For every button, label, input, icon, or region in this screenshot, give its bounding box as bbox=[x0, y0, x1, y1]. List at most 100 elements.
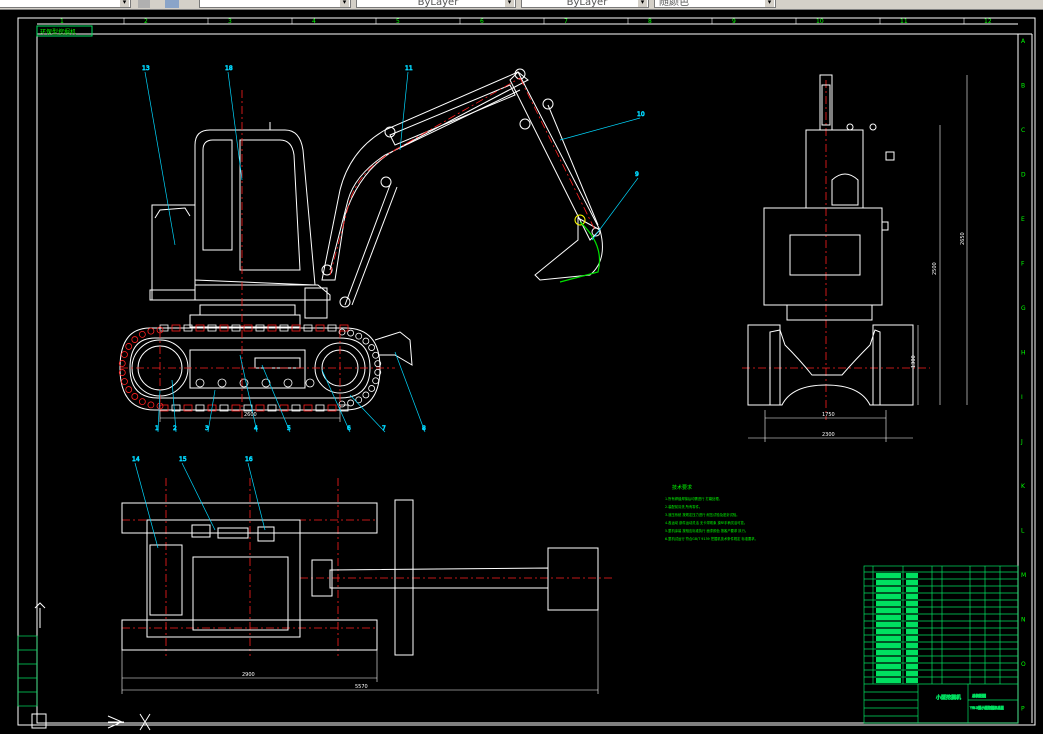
grid-col-label: 6 bbox=[480, 18, 484, 25]
track-link-sprocket bbox=[372, 377, 380, 385]
track-link-idler bbox=[138, 398, 146, 406]
track-link-sprocket bbox=[372, 351, 380, 359]
callout-number: 15 bbox=[179, 456, 187, 463]
track-roller bbox=[283, 378, 293, 388]
callout-number: 7 bbox=[382, 425, 386, 432]
parts-list-cell bbox=[876, 643, 901, 648]
grid-row-label: A bbox=[1021, 38, 1026, 45]
grid-col-label: 1 bbox=[60, 18, 64, 25]
grid-row-label: B bbox=[1021, 83, 1025, 90]
parts-list-cell bbox=[906, 636, 918, 641]
callout-number: 14 bbox=[132, 456, 140, 463]
callout-leader bbox=[239, 354, 258, 433]
parts-list-cell bbox=[906, 629, 918, 634]
note-line: 6.整机试运行 符合GB/T 9139 挖掘机技术条件规定 标准要求。 bbox=[665, 536, 758, 541]
dimension-lines bbox=[121, 75, 968, 694]
designer-label: YW-3型小型挖掘机总图 bbox=[970, 705, 1004, 710]
grid-row-label: G bbox=[1021, 305, 1026, 312]
callout-leader bbox=[144, 71, 176, 246]
track-roller bbox=[305, 378, 315, 388]
grid-row-label: P bbox=[1021, 706, 1025, 713]
track-roller bbox=[261, 378, 271, 388]
parts-list-cell bbox=[906, 601, 918, 606]
parts-list-cell bbox=[906, 573, 918, 578]
grid-col-label: 4 bbox=[312, 18, 316, 25]
callout-leader bbox=[227, 71, 243, 181]
parts-list-cell bbox=[876, 636, 901, 641]
callout-number: 3 bbox=[205, 425, 209, 432]
note-line: 2.装配前清洗 所有零件。 bbox=[665, 504, 702, 509]
grid-row-label: M bbox=[1021, 572, 1026, 579]
grid-col-label: 5 bbox=[396, 18, 400, 25]
grid-row-label: F bbox=[1021, 261, 1025, 268]
track-link-idler bbox=[147, 401, 155, 409]
track-link-idler bbox=[121, 351, 128, 358]
grid-col-label: 12 bbox=[984, 18, 992, 25]
parts-list-cell bbox=[876, 615, 901, 620]
grid-labels-right: A B C D E F G H I J K L M N O P bbox=[1020, 38, 1026, 713]
callout-leader bbox=[591, 177, 639, 241]
grid-row-label: H bbox=[1021, 350, 1026, 357]
track-link-sprocket bbox=[362, 391, 370, 399]
dimension-texts: 2600 1750 2300 2500 2650 1300 2900 5570 bbox=[242, 232, 966, 690]
grid-row-label: I bbox=[1021, 394, 1023, 401]
parts-list-cell bbox=[876, 573, 901, 578]
dim-value: 2600 bbox=[244, 412, 257, 418]
parts-list-cell bbox=[876, 608, 901, 613]
parts-list-cell bbox=[876, 678, 901, 683]
track-link-sprocket bbox=[347, 399, 355, 407]
drawing-canvas[interactable]: 1 2 3 4 5 6 7 8 9 10 11 12 ABCDEFGHIJKLMNOP 环保型挖掘机 bbox=[0, 0, 1043, 734]
callout-number: 18 bbox=[225, 65, 233, 72]
callout-number: 13 bbox=[142, 65, 150, 72]
drawing-name: 小型挖掘机 bbox=[936, 694, 961, 701]
grid-row-label: K bbox=[1021, 483, 1026, 490]
bucket-profile bbox=[559, 221, 601, 283]
dim-value: 2900 bbox=[242, 672, 255, 678]
parts-list-cell bbox=[876, 657, 901, 662]
parts-list-cell bbox=[876, 650, 901, 655]
parts-list-cell bbox=[876, 622, 901, 627]
note-line: 5.整机涂装 按相应标准执行 面漆颜色 按客户要求 执行。 bbox=[665, 528, 748, 533]
notes-title: 技术要求 bbox=[672, 484, 692, 491]
centerlines bbox=[120, 77, 930, 656]
callout-leaders: 13 18 11 10 9 1 2 3 4 5 6 7 8 14 15 16 bbox=[132, 65, 645, 549]
track-link-idler bbox=[131, 336, 139, 343]
parts-list-cell bbox=[906, 594, 918, 599]
callout-number: 11 bbox=[405, 65, 413, 72]
track-link-idler bbox=[138, 330, 146, 338]
note-line: 3.液压系统 按规定压力进行 耐压试验及密封试验。 bbox=[665, 512, 739, 517]
dim-value: 5570 bbox=[355, 684, 368, 690]
callout-leader bbox=[559, 117, 641, 141]
parts-list-cell bbox=[906, 678, 918, 683]
track-link-sprocket bbox=[355, 332, 363, 340]
parts-list-cell bbox=[906, 587, 918, 592]
callout-number: 2 bbox=[173, 425, 177, 432]
track-link-idler bbox=[131, 393, 139, 400]
parts-list-cell bbox=[906, 650, 918, 655]
callout-number: 5 bbox=[287, 425, 291, 432]
parts-list-cell bbox=[906, 580, 918, 585]
revision-strip bbox=[17, 635, 38, 707]
scale-label: 总装配图 bbox=[972, 693, 986, 698]
parts-list-cell bbox=[906, 615, 918, 620]
callout-leader bbox=[399, 71, 409, 151]
grid-row-label: L bbox=[1021, 528, 1025, 535]
grid-row-label: E bbox=[1021, 216, 1025, 223]
track-link-idler bbox=[121, 378, 128, 385]
grid-col-label: 2 bbox=[144, 18, 148, 25]
parts-list-cell bbox=[906, 671, 918, 676]
top-view bbox=[121, 499, 599, 656]
callout-number: 10 bbox=[637, 111, 645, 118]
parts-list-cell bbox=[906, 657, 918, 662]
grid-col-label: 3 bbox=[228, 18, 232, 25]
note-line: 4.各运动 部件运动灵活 无卡滞现象 操纵手柄灵活可靠。 bbox=[665, 520, 747, 525]
grid-col-label: 10 bbox=[816, 18, 824, 25]
grid-row-label: C bbox=[1021, 127, 1025, 134]
callout-number: 4 bbox=[254, 425, 258, 432]
front-view bbox=[747, 74, 914, 406]
track-link-sprocket bbox=[362, 337, 370, 345]
callout-number: 1 bbox=[155, 425, 159, 432]
note-line: 1.所有焊缝焊接后均需进行 打磨处理。 bbox=[665, 496, 722, 501]
dim-value: 2300 bbox=[822, 432, 835, 438]
technical-notes: 技术要求 1.所有焊缝焊接后均需进行 打磨处理。 2.装配前清洗 所有零件。 3.液压… bbox=[665, 484, 758, 541]
